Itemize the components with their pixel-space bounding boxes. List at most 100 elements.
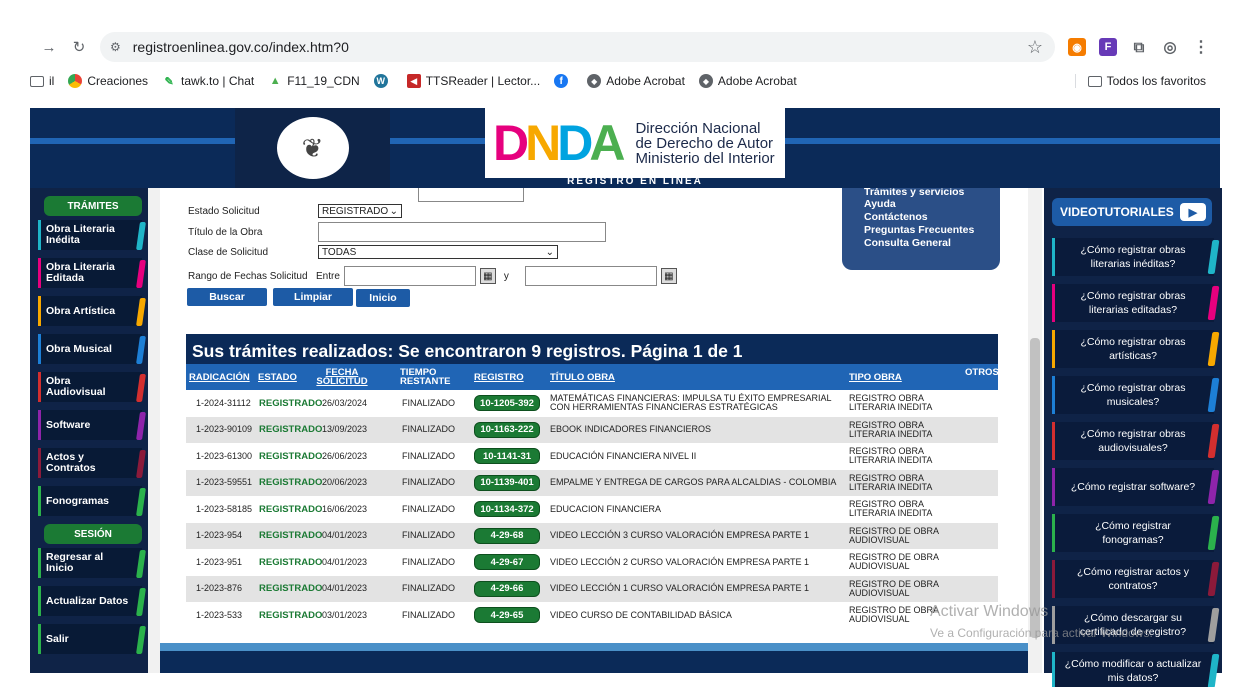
sidebar-item[interactable]: Obra Musical — [38, 334, 146, 364]
bookmark-wordpress[interactable]: W — [373, 74, 393, 88]
bookmark-creaciones[interactable]: Creaciones — [68, 74, 148, 88]
bookmark-facebook[interactable]: f — [554, 74, 573, 88]
menu-item-ayuda[interactable]: Ayuda — [864, 198, 1000, 211]
titulo-input[interactable] — [318, 222, 606, 242]
sidebar-item-accent — [38, 586, 41, 616]
sidebar-item[interactable]: Regresar al Inicio — [38, 548, 146, 578]
sesion-list: Regresar al Inicio Actualizar Datos Salir — [30, 548, 150, 654]
cell-registro[interactable]: 10-1139-401 — [474, 474, 540, 491]
th-tipo[interactable]: TIPO OBRA — [849, 364, 902, 390]
th-estado[interactable]: ESTADO — [258, 364, 297, 390]
logo-letter: A — [589, 115, 625, 171]
browser-toolbar: → ↻ ⚙ registroenlinea.gov.co/index.htm?0… — [30, 28, 1220, 66]
buscar-button[interactable]: Buscar — [187, 288, 267, 306]
videotutorial-item[interactable]: ¿Cómo registrar obras artísticas? — [1052, 330, 1220, 368]
coat-of-arms-logo[interactable]: ❦ — [235, 108, 390, 188]
left-scrollbar[interactable] — [148, 188, 160, 673]
cell-registro[interactable]: 10-1134-372 — [474, 501, 540, 517]
results-table-header: RADICACIÓN ESTADO FECHA SOLICITUD TIEMPO… — [186, 364, 999, 390]
scrollbar-thumb[interactable] — [1030, 338, 1040, 638]
all-bookmarks-button[interactable]: Todos los favoritos — [1074, 74, 1206, 88]
results-rows: 1-2024-31112 REGISTRADO 26/03/2024 FINALIZA… — [186, 390, 998, 629]
videotutorial-item[interactable]: ¿Cómo registrar obras literarias editada… — [1052, 284, 1220, 322]
profile-icon[interactable]: ◎ — [1161, 38, 1179, 56]
videotutorial-item[interactable]: ¿Cómo registrar fonogramas? — [1052, 514, 1220, 552]
cell-registro[interactable]: 10-1205-392 — [474, 395, 540, 411]
forward-icon[interactable]: → — [38, 36, 60, 58]
fecha-fin-input[interactable] — [524, 266, 657, 286]
th-registro[interactable]: REGISTRO — [474, 364, 524, 390]
menu-item-consulta[interactable]: Consulta General — [864, 237, 1000, 250]
chrome-icon — [68, 74, 83, 88]
th-titulo[interactable]: TÍTULO OBRA — [550, 364, 615, 390]
sidebar-item[interactable]: Salir — [38, 624, 146, 654]
inicio-button[interactable]: Inicio — [356, 289, 410, 307]
windows-watermark-sub: Ve a Configuración para activar Windows. — [930, 626, 1153, 640]
videotutorial-item[interactable]: ¿Cómo registrar software? — [1052, 468, 1220, 506]
estado-select[interactable]: REGISTRADO ⌄ — [318, 204, 402, 218]
cell-registro[interactable]: 4-29-65 — [474, 607, 540, 623]
bookmark-folder-il[interactable]: il — [30, 74, 54, 88]
sidebar-item[interactable]: Actualizar Datos — [38, 586, 146, 616]
extensions-puzzle-icon[interactable]: ⧉ — [1130, 38, 1148, 56]
sidebar-item-accent — [38, 220, 41, 250]
sidebar-item-accent — [38, 334, 41, 364]
sidebar-item[interactable]: Obra Artística — [38, 296, 146, 326]
limpiar-button[interactable]: Limpiar — [273, 288, 353, 306]
videotutorial-label: ¿Cómo registrar obras artísticas? — [1080, 336, 1186, 362]
videotutorial-item[interactable]: ¿Cómo registrar obras audiovisuales? — [1052, 422, 1220, 460]
cell-registro[interactable]: 4-29-66 — [474, 580, 540, 597]
reload-icon[interactable]: ↻ — [68, 36, 90, 58]
bookmark-ttsreader[interactable]: ◀ TTSReader | Lector... — [406, 74, 540, 88]
bookmark-f11[interactable]: ▲ F11_19_CDN — [268, 74, 360, 88]
menu-item-preguntas[interactable]: Preguntas Frecuentes — [864, 224, 1000, 237]
bookmark-adobe-1[interactable]: ◆ Adobe Acrobat — [587, 74, 685, 88]
menu-item-tramites[interactable]: Trámites y servicios — [864, 188, 1000, 198]
sidebar-item[interactable]: Fonogramas — [38, 486, 146, 516]
screenshot-frame: → ↻ ⚙ registroenlinea.gov.co/index.htm?0… — [0, 0, 1238, 687]
videotutorial-item[interactable]: ¿Cómo registrar actos y contratos? — [1052, 560, 1220, 598]
table-row: 1-2023-876 REGISTRADO 04/01/2023 FINALIZADO… — [186, 575, 998, 602]
cell-registro[interactable]: 4-29-67 — [474, 554, 540, 570]
address-bar[interactable]: ⚙ registroenlinea.gov.co/index.htm?0 ☆ — [100, 32, 1055, 62]
th-fecha[interactable]: FECHA SOLICITUD — [308, 364, 376, 390]
main-scrollbar[interactable] — [1028, 188, 1042, 673]
menu-dots-icon[interactable]: ⋮ — [1192, 38, 1210, 56]
calendar-icon[interactable]: ▦ — [479, 268, 496, 284]
cell-registro[interactable]: 10-1163-222 — [474, 421, 540, 438]
estado-label: Estado Solicitud — [188, 205, 260, 217]
bookmark-label: tawk.to | Chat — [181, 74, 255, 88]
right-sidebar: VIDEOTUTORIALES ▶ ¿Cómo registrar obras … — [1044, 188, 1222, 687]
bookmarks-bar: il Creaciones ✎ tawk.to | Chat ▲ F11_19_CD… — [30, 68, 1220, 94]
rss-extension-icon[interactable]: ◉ — [1068, 38, 1086, 56]
bookmark-adobe-2[interactable]: ◆ Adobe Acrobat — [698, 74, 797, 88]
videotutorial-item[interactable]: ¿Cómo registrar obras literarias inédita… — [1052, 238, 1220, 276]
menu-item-contactenos[interactable]: Contáctenos — [864, 211, 1000, 224]
cell-tipo: REGISTRO OBRA LITERARIA INEDITA — [849, 419, 933, 439]
bookmark-star-icon[interactable]: ☆ — [1027, 37, 1043, 58]
sidebar-item[interactable]: Obra Literaria Editada — [38, 258, 146, 288]
th-radicacion[interactable]: RADICACIÓN — [189, 364, 250, 390]
forms-extension-icon[interactable]: F — [1099, 38, 1117, 56]
bookmark-label: Adobe Acrobat — [606, 74, 685, 88]
table-row: 1-2023-533 REGISTRADO 03/01/2023 FINALIZADO… — [186, 602, 998, 629]
cell-registro[interactable]: 10-1141-31 — [474, 448, 540, 464]
videotutorial-item[interactable]: ¿Cómo registrar obras musicales? — [1052, 376, 1220, 414]
site-info-icon[interactable]: ⚙ — [110, 40, 121, 54]
videotutorial-tab — [1207, 654, 1220, 687]
cell-registro[interactable]: 4-29-68 — [474, 527, 540, 544]
sidebar-item[interactable]: Software — [38, 410, 146, 440]
sidebar-item[interactable]: Obra Audiovisual — [38, 372, 146, 402]
clase-select[interactable]: TODAS ⌄ — [318, 245, 558, 259]
adobe-icon: ◆ — [587, 74, 602, 88]
sidebar-item[interactable]: Obra Literaria Inédita — [38, 220, 146, 250]
videotutorial-item[interactable]: ¿Cómo modificar o actualizar mis datos? — [1052, 652, 1220, 687]
calendar-icon[interactable]: ▦ — [660, 268, 677, 284]
bookmark-tawk[interactable]: ✎ tawk.to | Chat — [162, 74, 254, 88]
sidebar-item[interactable]: Actos y Contratos — [38, 448, 146, 478]
top-partial-input[interactable] — [418, 188, 524, 202]
cell-estado: REGISTRADO — [259, 424, 323, 435]
cell-fecha: 04/01/2023 — [322, 583, 368, 593]
dnda-logo[interactable]: D N D A Dirección Nacional de Derecho de… — [485, 108, 785, 178]
fecha-inicio-input[interactable] — [343, 266, 476, 286]
